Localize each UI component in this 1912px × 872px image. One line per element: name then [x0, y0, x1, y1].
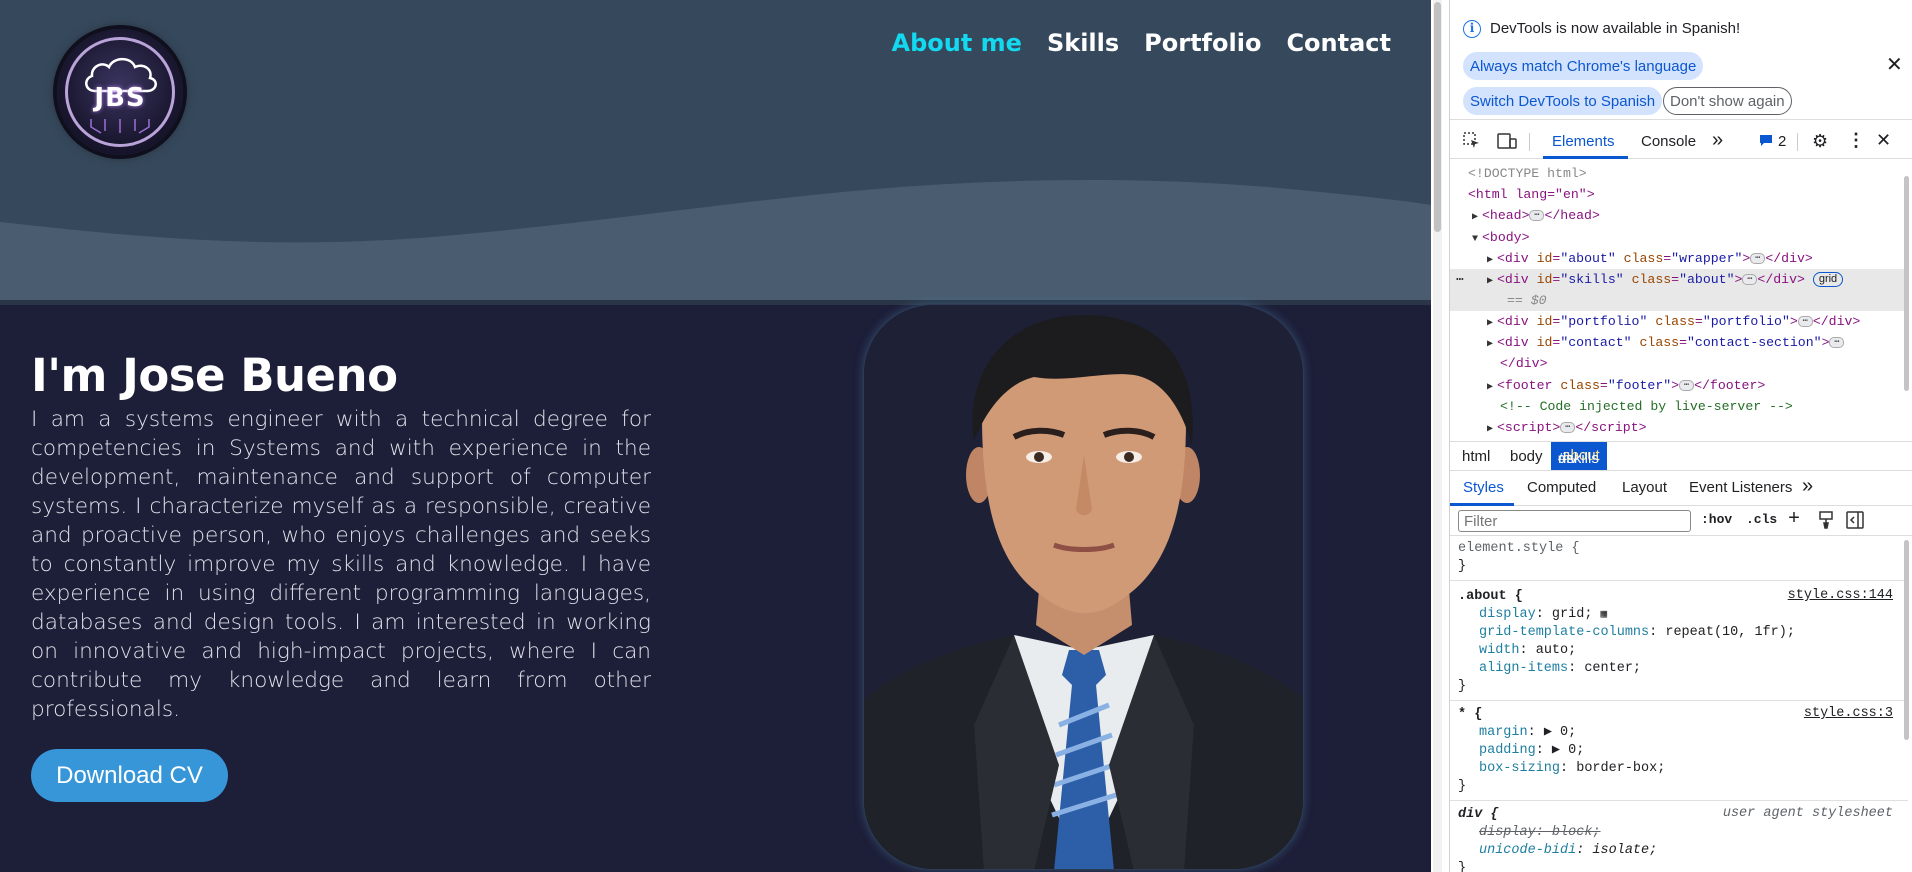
dom-html-node[interactable]: <html lang="en">	[1468, 184, 1912, 205]
styles-filter-input[interactable]	[1458, 510, 1691, 532]
close-icon[interactable]: ✕	[1886, 52, 1903, 77]
tab-elements[interactable]: Elements	[1552, 133, 1615, 150]
styles-scrollbar[interactable]	[1904, 540, 1909, 740]
toolbar-separator	[1797, 133, 1798, 151]
hero-header: JBS About me Skills Portfolio Contact	[0, 0, 1431, 305]
dom-head-node[interactable]: ▶ <head> ⋯ </head>	[1472, 205, 1912, 226]
rule-divider	[1450, 700, 1908, 701]
css-declaration[interactable]: width: auto;	[1479, 642, 1576, 660]
breadcrumb-html[interactable]: html	[1462, 448, 1490, 465]
hov-toggle[interactable]: :hov	[1701, 512, 1732, 527]
about-rule-source-link[interactable]: style.css:144	[1788, 588, 1893, 603]
dom-scrollbar[interactable]	[1904, 176, 1909, 391]
dom-node-portfolio[interactable]: ▶ <div id="portfolio" class="portfolio"> ⋯…	[1487, 311, 1912, 332]
devtools-toolbar: Elements Console » 2 ⚙ ⋮ ✕	[1450, 125, 1912, 159]
div-ua-rule-selector[interactable]: div {	[1458, 806, 1499, 824]
main-nav: About me Skills Portfolio Contact	[892, 29, 1392, 57]
nav-skills[interactable]: Skills	[1047, 29, 1119, 57]
dom-contact-close[interactable]: </div>	[1500, 353, 1912, 374]
infobar-message: DevTools is now available in Spanish!	[1490, 20, 1741, 37]
rule-divider	[1450, 580, 1908, 581]
dom-doctype[interactable]: <!DOCTYPE html>	[1468, 163, 1912, 184]
about-title: I'm Jose Bueno	[31, 349, 398, 402]
nav-contact[interactable]: Contact	[1286, 29, 1391, 57]
profile-photo	[863, 304, 1304, 870]
css-declaration[interactable]: display: grid; ▦	[1479, 606, 1608, 624]
tab-computed[interactable]: Computed	[1527, 479, 1596, 496]
tab-console[interactable]: Console	[1641, 133, 1696, 150]
rule-close-brace: }	[1458, 679, 1467, 694]
gear-icon[interactable]: ⚙	[1812, 131, 1828, 152]
nav-portfolio[interactable]: Portfolio	[1144, 29, 1261, 57]
circuit-icon	[90, 119, 150, 134]
universal-rule-selector[interactable]: * {	[1458, 706, 1482, 724]
profile-portrait-image	[864, 305, 1303, 869]
new-rule-icon[interactable]: +	[1788, 508, 1800, 531]
rule-divider	[1450, 800, 1908, 801]
logo-monogram: JBS	[94, 83, 146, 113]
dont-show-again-button[interactable]: Don't show again	[1663, 87, 1792, 115]
issues-icon[interactable]	[1759, 134, 1773, 151]
always-match-language-button[interactable]: Always match Chrome's language	[1463, 52, 1704, 80]
element-style-selector[interactable]: element.style {	[1458, 540, 1580, 558]
language-infobar: i DevTools is now available in Spanish! …	[1450, 0, 1912, 120]
inspect-element-icon[interactable]	[1463, 132, 1481, 154]
dom-body-node[interactable]: ▼ <body>	[1472, 227, 1912, 248]
css-declaration[interactable]: align-items: center;	[1479, 660, 1641, 678]
about-description: I am a systems engineer with a technical…	[31, 407, 651, 722]
info-icon: i	[1463, 20, 1481, 38]
switch-to-spanish-button[interactable]: Switch DevTools to Spanish	[1463, 87, 1663, 115]
css-declaration[interactable]: padding: ▶ 0;	[1479, 742, 1584, 760]
tab-event-listeners[interactable]: Event Listeners	[1689, 479, 1792, 496]
styles-filter-row: :hov .cls +	[1450, 506, 1912, 536]
page-scrollbar-thumb[interactable]	[1434, 2, 1441, 232]
nav-about-me[interactable]: About me	[892, 29, 1022, 57]
rule-close-brace: }	[1458, 861, 1467, 872]
styles-tabs: Styles Computed Layout Event Listeners »	[1450, 472, 1912, 506]
css-declaration-overridden[interactable]: display: block;	[1479, 824, 1601, 842]
dom-comment[interactable]: <!-- Code injected by live-server -->	[1500, 396, 1912, 417]
cls-toggle[interactable]: .cls	[1746, 512, 1777, 527]
breadcrumb: html body div #skills .about	[1450, 441, 1912, 471]
more-tabs-icon[interactable]: »	[1712, 129, 1723, 152]
webpage-viewport: JBS About me Skills Portfolio Contact I'…	[0, 0, 1431, 872]
tab-styles[interactable]: Styles	[1463, 479, 1504, 496]
close-devtools-icon[interactable]: ✕	[1876, 130, 1891, 151]
user-agent-stylesheet-label: user agent stylesheet	[1722, 806, 1893, 821]
site-logo[interactable]: JBS	[57, 29, 183, 155]
dom-node-skills[interactable]: ⋯ ▶ <div id="skills" class="about"> ⋯ </div…	[1450, 269, 1904, 311]
css-declaration[interactable]: grid-template-columns: repeat(10, 1fr);	[1479, 624, 1795, 642]
issues-count[interactable]: 2	[1778, 133, 1786, 150]
dom-node-script[interactable]: ▶ <script> ⋯ </script>	[1487, 417, 1912, 438]
universal-rule-source-link[interactable]: style.css:3	[1804, 706, 1893, 721]
download-cv-button[interactable]: Download CV	[31, 749, 228, 802]
dom-tree: <!DOCTYPE html> <html lang="en"> ▶ <head>…	[1450, 161, 1912, 441]
breadcrumb-body[interactable]: body	[1510, 448, 1543, 465]
page-scrollbar[interactable]	[1433, 0, 1442, 872]
css-declaration[interactable]: unicode-bidi: isolate;	[1479, 842, 1657, 860]
styles-pane: element.style { } .about { style.css:144…	[1450, 536, 1912, 872]
devtools-panel: i DevTools is now available in Spanish! …	[1449, 0, 1912, 872]
rule-close-brace: }	[1458, 559, 1467, 574]
breadcrumb-current[interactable]: div #skills .about	[1551, 442, 1607, 470]
toolbar-separator	[1529, 133, 1530, 151]
paint-brush-icon[interactable]	[1818, 511, 1834, 533]
sidebar-toggle-icon[interactable]	[1846, 511, 1864, 533]
css-declaration[interactable]: box-sizing: border-box;	[1479, 760, 1665, 778]
device-toolbar-icon[interactable]	[1497, 132, 1517, 154]
css-declaration[interactable]: margin: ▶ 0;	[1479, 724, 1576, 742]
dom-selected-marker: == $0	[1507, 293, 1547, 308]
tab-layout[interactable]: Layout	[1622, 479, 1667, 496]
rule-close-brace: }	[1458, 779, 1467, 794]
grid-badge[interactable]: grid	[1812, 272, 1844, 288]
dom-node-about[interactable]: ▶ <div id="about" class="wrapper"> ⋯ </div>	[1487, 248, 1912, 269]
more-style-tabs-icon[interactable]: »	[1802, 475, 1813, 498]
about-rule-selector[interactable]: .about {	[1458, 588, 1523, 606]
more-options-icon[interactable]: ⋮	[1847, 130, 1865, 151]
dom-node-contact[interactable]: ▶ <div id="contact" class="contact-sectio…	[1487, 332, 1912, 353]
dom-node-footer[interactable]: ▶ <footer class="footer"> ⋯ </footer>	[1487, 375, 1912, 396]
active-tab-underline	[1543, 156, 1628, 159]
grid-editor-icon[interactable]: ▦	[1601, 609, 1608, 621]
